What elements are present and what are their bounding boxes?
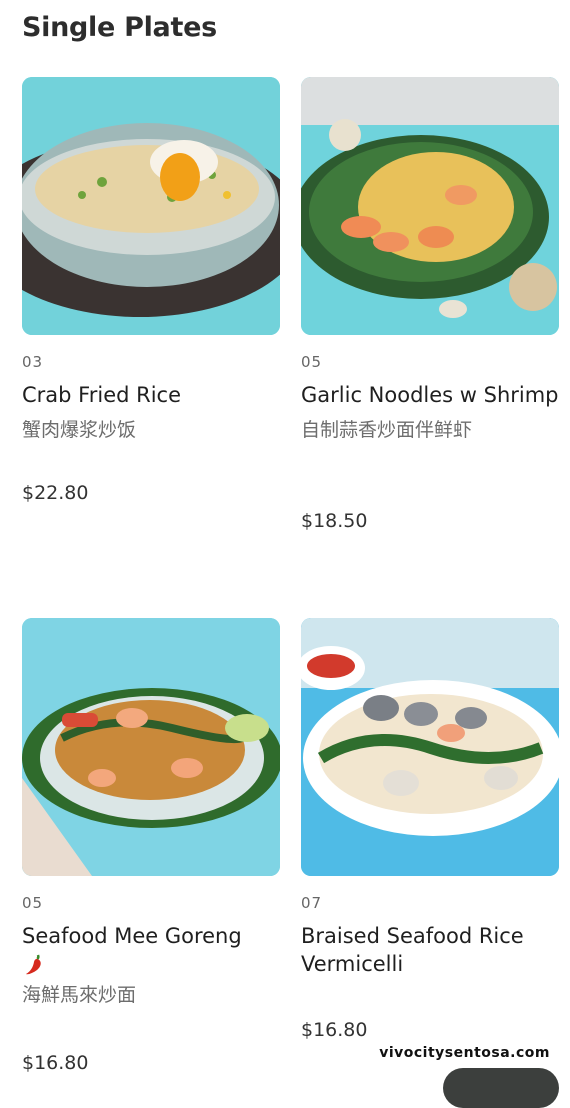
item-chinese-name: 自制蒜香炒面伴鲜虾 [301, 419, 473, 441]
item-code: 07 [301, 894, 323, 912]
item-price: $16.80 [22, 1052, 89, 1074]
watermark: vivocitysentosa.com [379, 1045, 550, 1061]
item-price: $18.50 [301, 510, 368, 532]
crab-fried-rice-photo [22, 77, 280, 335]
floating-action-button[interactable] [443, 1068, 559, 1108]
item-name: Braised Seafood Rice Vermicelli [301, 924, 524, 976]
garlic-noodles-photo [301, 77, 559, 335]
item-name: Crab Fried Rice [22, 383, 182, 407]
rice-vermicelli-photo [301, 618, 559, 876]
menu-item-card[interactable]: 05 Garlic Noodles w Shrimp 自制蒜香炒面伴鲜虾 $18… [301, 77, 559, 532]
mee-goreng-photo [22, 618, 280, 876]
section-title: Single Plates [22, 12, 217, 43]
chili-pepper-icon [22, 952, 48, 982]
item-chinese-name: 蟹肉爆浆炒饭 [22, 419, 137, 441]
item-name: Seafood Mee Goreng [22, 924, 242, 948]
item-price: $22.80 [22, 482, 89, 504]
menu-item-card[interactable]: 05 Seafood Mee Goreng 海鮮馬來炒面 $16.80 [22, 618, 280, 1074]
item-code: 03 [22, 353, 44, 371]
item-code: 05 [301, 353, 323, 371]
menu-item-card[interactable]: 03 Crab Fried Rice 蟹肉爆浆炒饭 $22.80 [22, 77, 280, 504]
item-price: $16.80 [301, 1019, 368, 1041]
item-name: Garlic Noodles w Shrimp [301, 383, 559, 407]
item-code: 05 [22, 894, 44, 912]
item-chinese-name: 海鮮馬來炒面 [22, 984, 137, 1006]
menu-item-card[interactable]: 07 Braised Seafood Rice Vermicelli $16.8… [301, 618, 559, 1041]
spicy-indicator [22, 952, 280, 980]
